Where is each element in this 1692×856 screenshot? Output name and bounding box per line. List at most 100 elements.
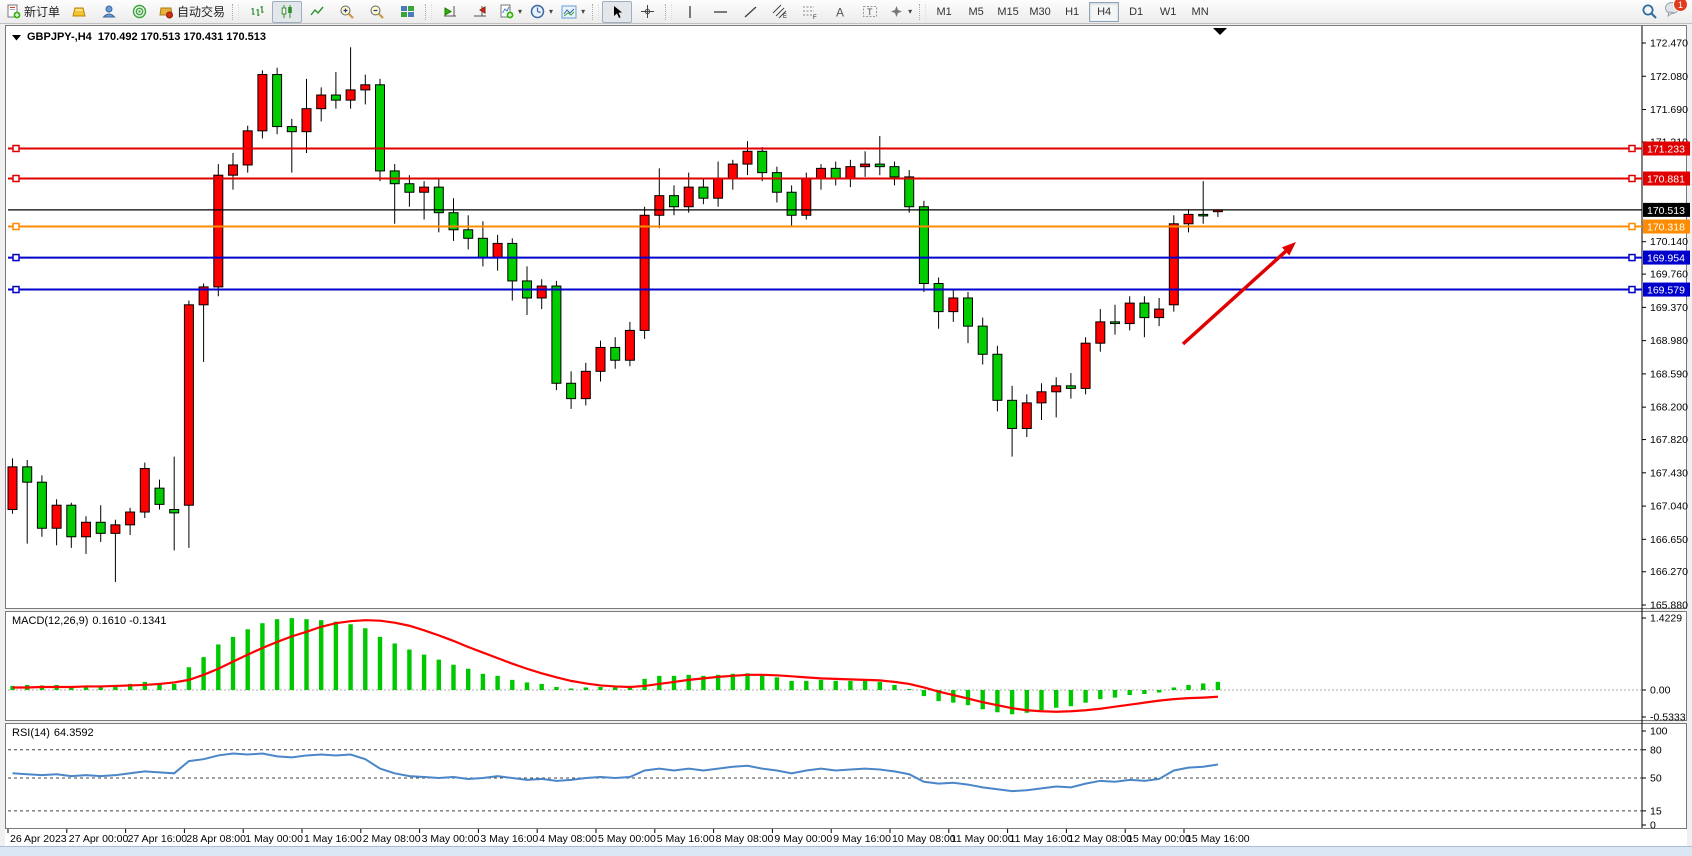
line-handle[interactable] <box>13 287 19 293</box>
time-axis-label: 1 May 16:00 <box>304 833 362 845</box>
line-handle[interactable] <box>1629 287 1635 293</box>
candle <box>567 383 576 398</box>
candle <box>537 286 546 298</box>
time-axis-label: 8 May 08:00 <box>716 833 774 845</box>
macd-histogram-bar <box>1098 690 1102 699</box>
price-axis-label: 166.650 <box>1650 534 1688 546</box>
macd-histogram-bar <box>598 687 602 690</box>
trend-arrow[interactable] <box>1183 249 1289 344</box>
time-axis-label: 2 May 08:00 <box>363 833 421 845</box>
candle <box>934 283 943 311</box>
rsi-scale-label: 15 <box>1650 805 1662 817</box>
candle <box>1199 214 1208 216</box>
time-axis-label: 11 May 16:00 <box>1010 833 1073 845</box>
price-axis-label: 168.980 <box>1650 335 1688 347</box>
time-axis-label: 28 Apr 08:00 <box>186 833 246 845</box>
candle <box>1037 392 1046 403</box>
candle <box>861 164 870 167</box>
line-handle[interactable] <box>13 145 19 151</box>
price-axis-label: 168.200 <box>1650 402 1688 414</box>
time-axis-label: 10 May 08:00 <box>892 833 956 845</box>
line-handle[interactable] <box>13 176 19 182</box>
line-handle[interactable] <box>1629 224 1635 230</box>
time-axis-label: 9 May 00:00 <box>774 833 832 845</box>
candle <box>346 90 355 100</box>
candle <box>420 187 429 192</box>
time-axis-label: 4 May 08:00 <box>539 833 597 845</box>
macd-histogram-bar <box>569 688 573 690</box>
candle <box>831 168 840 178</box>
macd-histogram-bar <box>393 643 397 690</box>
candle <box>581 371 590 398</box>
macd-histogram-bar <box>172 684 176 690</box>
macd-histogram-bar <box>481 674 485 690</box>
candle <box>846 167 855 179</box>
macd-histogram-bar <box>246 629 250 690</box>
candle <box>772 173 781 193</box>
candle <box>758 151 767 172</box>
price-badge-label: 170.513 <box>1647 205 1685 217</box>
candle <box>625 330 634 360</box>
time-axis-label: 27 Apr 00:00 <box>69 833 129 845</box>
chart-shift-marker[interactable] <box>1213 28 1227 35</box>
line-handle[interactable] <box>13 224 19 230</box>
candle <box>1096 322 1105 343</box>
macd-histogram-bar <box>1216 682 1220 690</box>
macd-histogram-bar <box>922 690 926 696</box>
line-handle[interactable] <box>1629 176 1635 182</box>
macd-histogram-bar <box>981 690 985 709</box>
time-axis-label: 27 Apr 16:00 <box>128 833 188 845</box>
candle <box>964 298 973 326</box>
price-badge-label: 170.318 <box>1647 222 1685 234</box>
candle <box>184 305 193 505</box>
candle <box>978 326 987 354</box>
candle <box>434 187 443 213</box>
candle <box>111 525 120 534</box>
candle <box>258 75 267 131</box>
macd-histogram-bar <box>1039 690 1043 710</box>
chart-header: GBPJPY-,H4 170.492 170.513 170.431 170.5… <box>12 31 266 43</box>
price-axis-label: 167.430 <box>1650 467 1688 479</box>
line-handle[interactable] <box>1629 255 1635 261</box>
macd-histogram-bar <box>1142 690 1146 694</box>
macd-histogram-bar <box>378 637 382 690</box>
macd-histogram-bar <box>407 650 411 690</box>
macd-histogram-bar <box>584 687 588 690</box>
macd-histogram-bar <box>863 681 867 690</box>
macd-histogram-bar <box>892 685 896 690</box>
candle <box>67 505 76 537</box>
candle <box>8 467 17 510</box>
candle <box>714 179 723 199</box>
macd-histogram-bar <box>775 677 779 690</box>
candle <box>1111 322 1120 324</box>
macd-histogram-bar <box>1010 690 1014 714</box>
candle <box>140 469 149 512</box>
candle <box>390 171 399 184</box>
macd-histogram-bar <box>804 681 808 690</box>
line-handle[interactable] <box>1629 145 1635 151</box>
macd-histogram-bar <box>1128 690 1132 695</box>
candle <box>229 165 238 175</box>
time-axis-label: 15 May 00:00 <box>1127 833 1191 845</box>
macd-histogram-bar <box>260 623 264 690</box>
macd-histogram-bar <box>540 684 544 690</box>
macd-histogram-bar <box>878 682 882 690</box>
time-axis-label: 9 May 16:00 <box>833 833 891 845</box>
candle <box>37 482 46 528</box>
time-axis-label: 5 May 00:00 <box>598 833 656 845</box>
candle <box>214 175 223 287</box>
macd-histogram-bar <box>275 619 279 690</box>
macd-histogram-bar <box>995 690 999 712</box>
application-window: 新订单 自动交易 <box>0 0 1692 856</box>
rsi-value: 64.3592 <box>54 727 94 739</box>
macd-values: 0.1610 -0.1341 <box>92 615 166 627</box>
macd-histogram-bar <box>687 675 691 690</box>
macd-histogram-bar <box>422 655 426 690</box>
price-axis-label: 165.880 <box>1650 599 1688 611</box>
line-handle[interactable] <box>13 255 19 261</box>
rsi-scale-label: 50 <box>1650 773 1662 785</box>
symbol-dropdown-icon[interactable] <box>12 34 21 41</box>
price-axis-label: 172.470 <box>1650 38 1688 50</box>
candle <box>302 109 311 132</box>
candle <box>905 177 914 207</box>
